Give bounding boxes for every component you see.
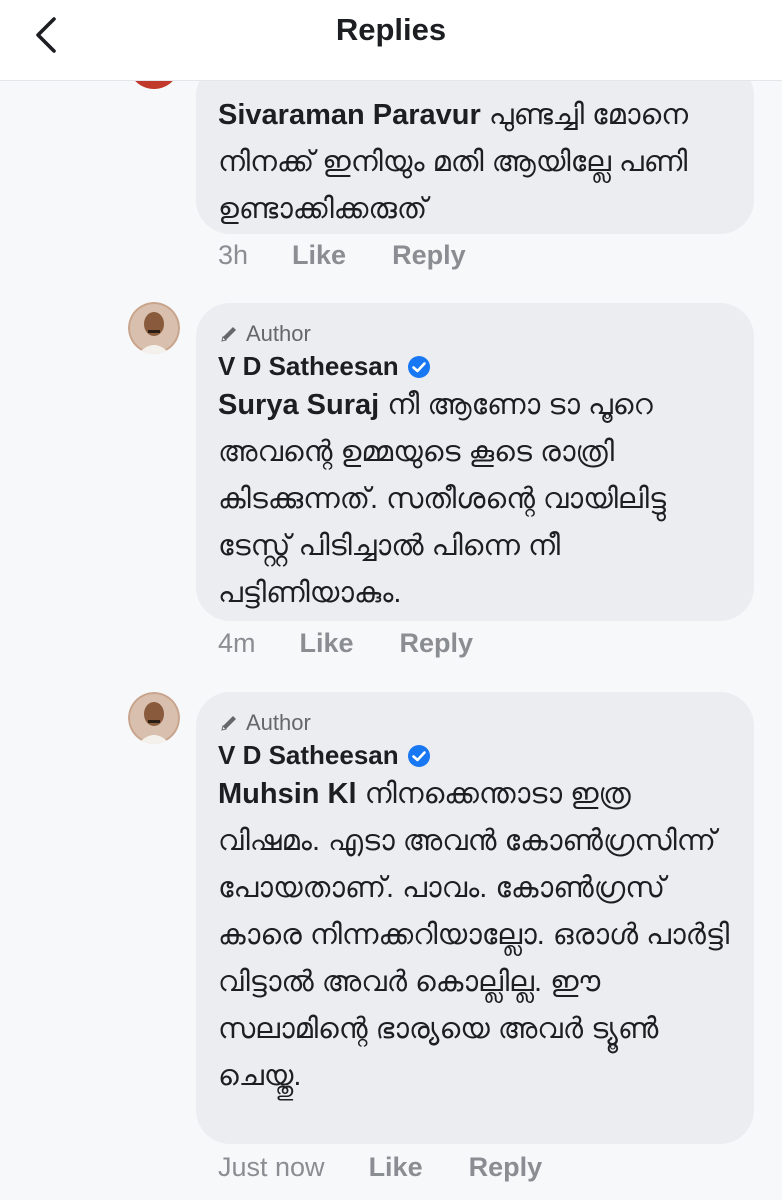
avatar[interactable] [128, 692, 180, 744]
reply-button[interactable]: Reply [400, 628, 474, 659]
pencil-icon [221, 327, 236, 342]
comment-bubble: Author V D Satheesan Surya Suraj നീ ആണോ … [196, 303, 754, 621]
verified-badge-icon [407, 355, 430, 378]
comment-author-name[interactable]: V D Satheesan [218, 351, 399, 382]
comment-bubble: Author V D Satheesan Muhsin Kl നിനക്കെന്… [196, 692, 754, 1144]
comment-body: നീ ആണോ ടാ പൂറെ അവന്റെ ഉമ്മയുടെ കൂടെ രാത്… [218, 389, 666, 609]
avatar[interactable] [128, 81, 180, 89]
comment-timestamp[interactable]: 4m [218, 628, 256, 659]
mentioned-user[interactable]: Muhsin Kl [218, 778, 357, 810]
author-avatar-image [128, 302, 180, 354]
comment-text: Sivaraman Paravur പുണ്ടച്ചി മോനെ നിനക്ക്… [218, 92, 732, 233]
comment-actions: 4m Like Reply [218, 628, 473, 659]
comment-author-name[interactable]: V D Satheesan [218, 740, 399, 771]
comment-timestamp[interactable]: Just now [218, 1152, 325, 1183]
top-bar: Replies [0, 0, 782, 81]
page-title: Replies [335, 12, 447, 47]
author-badge-label: Author [246, 321, 311, 346]
comment-actions: Just now Like Reply [218, 1152, 542, 1183]
reply-button[interactable]: Reply [392, 240, 466, 271]
author-avatar-image [128, 692, 180, 744]
comment-author-row: V D Satheesan [218, 351, 732, 382]
comment-author-row: V D Satheesan [218, 740, 732, 771]
avatar[interactable] [128, 302, 180, 354]
like-button[interactable]: Like [369, 1152, 423, 1183]
comment-body: നിനക്കെന്താടാ ഇത്ര വിഷമം. എടാ അവൻ കോൺഗ്ര… [218, 778, 730, 1092]
comment-bubble: Sivaraman Paravur പുണ്ടച്ചി മോനെ നിനക്ക്… [196, 62, 754, 234]
reply-button[interactable]: Reply [469, 1152, 543, 1183]
like-button[interactable]: Like [292, 240, 346, 271]
pencil-icon [221, 716, 236, 731]
verified-badge-icon [407, 744, 430, 767]
comment-text: Surya Suraj നീ ആണോ ടാ പൂറെ അവന്റെ ഉമ്മയു… [218, 382, 732, 617]
like-button[interactable]: Like [300, 628, 354, 659]
author-badge: Author [218, 710, 732, 736]
comment-timestamp[interactable]: 3h [218, 240, 248, 271]
comment-text: Muhsin Kl നിനക്കെന്താടാ ഇത്ര വിഷമം. എടാ … [218, 771, 732, 1100]
mentioned-user[interactable]: Surya Suraj [218, 389, 379, 421]
comment-actions: 3h Like Reply [218, 240, 466, 271]
comment-author-name[interactable]: Sivaraman Paravur [218, 99, 481, 131]
author-badge: Author [218, 321, 732, 347]
author-badge-label: Author [246, 710, 311, 735]
